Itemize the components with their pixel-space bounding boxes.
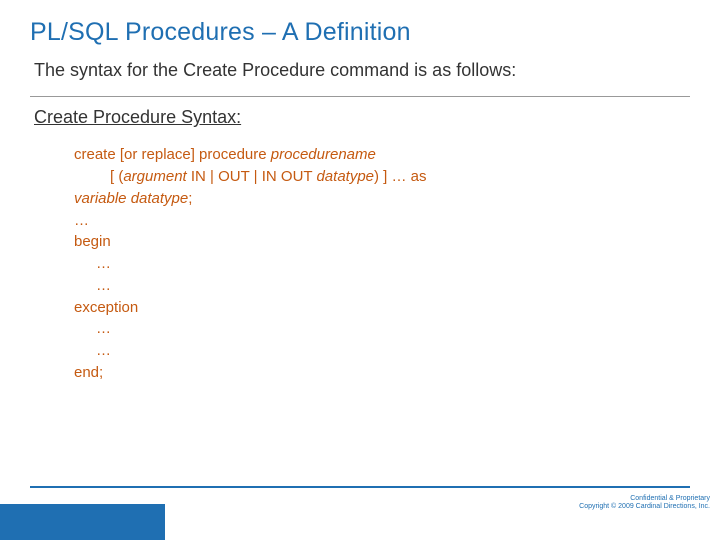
copyright-line: Confidential & Proprietary xyxy=(579,495,710,504)
page-title: PL/SQL Procedures – A Definition xyxy=(30,18,690,47)
code-italic: variable datatype xyxy=(74,190,188,207)
footer-rule xyxy=(30,486,690,488)
slide: PL/SQL Procedures – A Definition The syn… xyxy=(0,0,720,540)
code-line: end; xyxy=(74,362,690,384)
copyright-block: Confidential & Proprietary Copyright © 2… xyxy=(579,495,710,513)
code-line: … xyxy=(74,253,690,275)
code-line: … xyxy=(74,210,690,232)
code-indent: … xyxy=(74,318,111,340)
code-text: ; xyxy=(188,190,192,207)
code-line: … xyxy=(74,318,690,340)
intro-text: The syntax for the Create Procedure comm… xyxy=(34,59,690,82)
code-line: variable datatype; xyxy=(74,188,690,210)
code-line: begin xyxy=(74,231,690,253)
code-line: exception xyxy=(74,297,690,319)
code-line: create [or replace] procedure proceduren… xyxy=(74,144,690,166)
syntax-heading: Create Procedure Syntax: xyxy=(34,107,690,128)
code-indent: … xyxy=(74,253,111,275)
divider-line xyxy=(30,96,690,97)
blue-accent-bar xyxy=(0,504,165,540)
code-text: ) ] … as xyxy=(374,168,427,185)
code-line: … xyxy=(74,340,690,362)
code-italic: datatype xyxy=(316,168,374,185)
code-italic: argument xyxy=(123,168,186,185)
code-indent: … xyxy=(74,275,111,297)
code-line: [ (argument IN | OUT | IN OUT datatype) … xyxy=(74,166,690,188)
code-indent: [ (argument IN | OUT | IN OUT datatype) … xyxy=(74,166,427,188)
code-italic: procedurename xyxy=(271,146,376,163)
code-block: create [or replace] procedure proceduren… xyxy=(74,144,690,383)
code-indent: … xyxy=(74,340,111,362)
code-line: … xyxy=(74,275,690,297)
code-text: IN | OUT | IN OUT xyxy=(187,168,317,185)
code-text: create [or replace] procedure xyxy=(74,146,271,163)
code-text: [ ( xyxy=(110,168,123,185)
copyright-line: Copyright © 2009 Cardinal Directions, In… xyxy=(579,503,710,512)
